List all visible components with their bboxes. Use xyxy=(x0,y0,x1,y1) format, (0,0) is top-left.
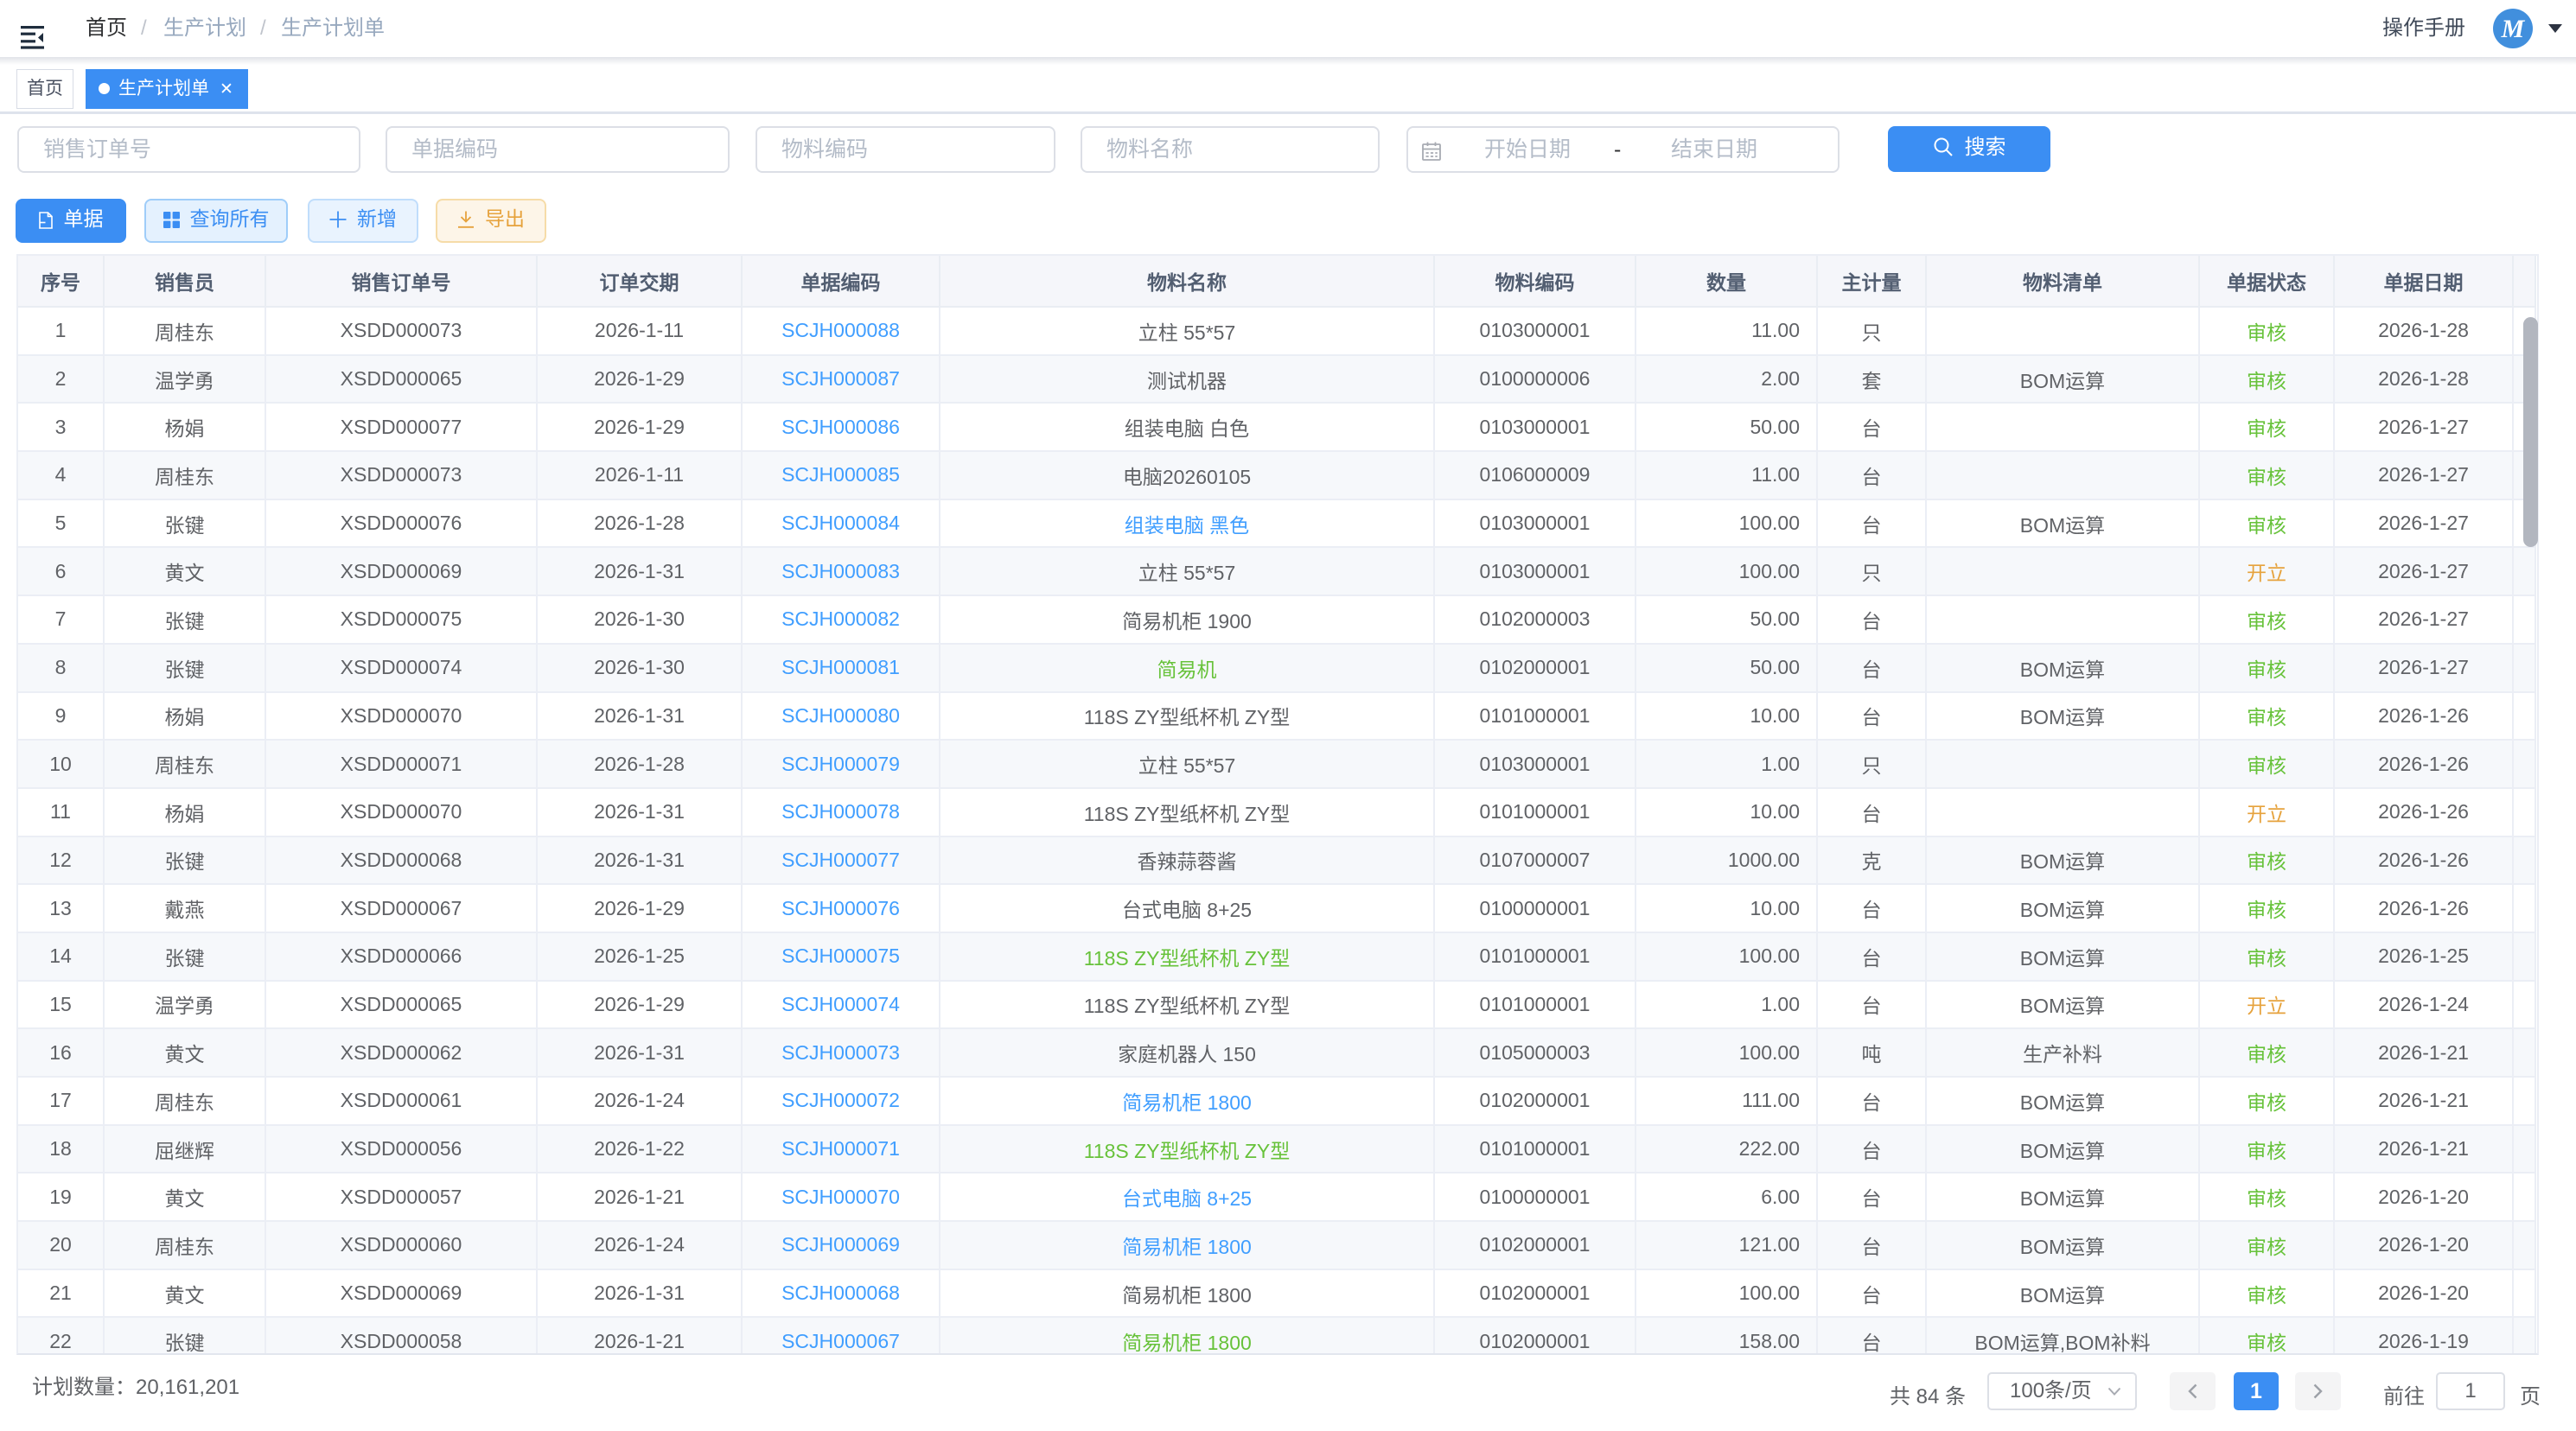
svg-text:M: M xyxy=(2501,15,2526,43)
